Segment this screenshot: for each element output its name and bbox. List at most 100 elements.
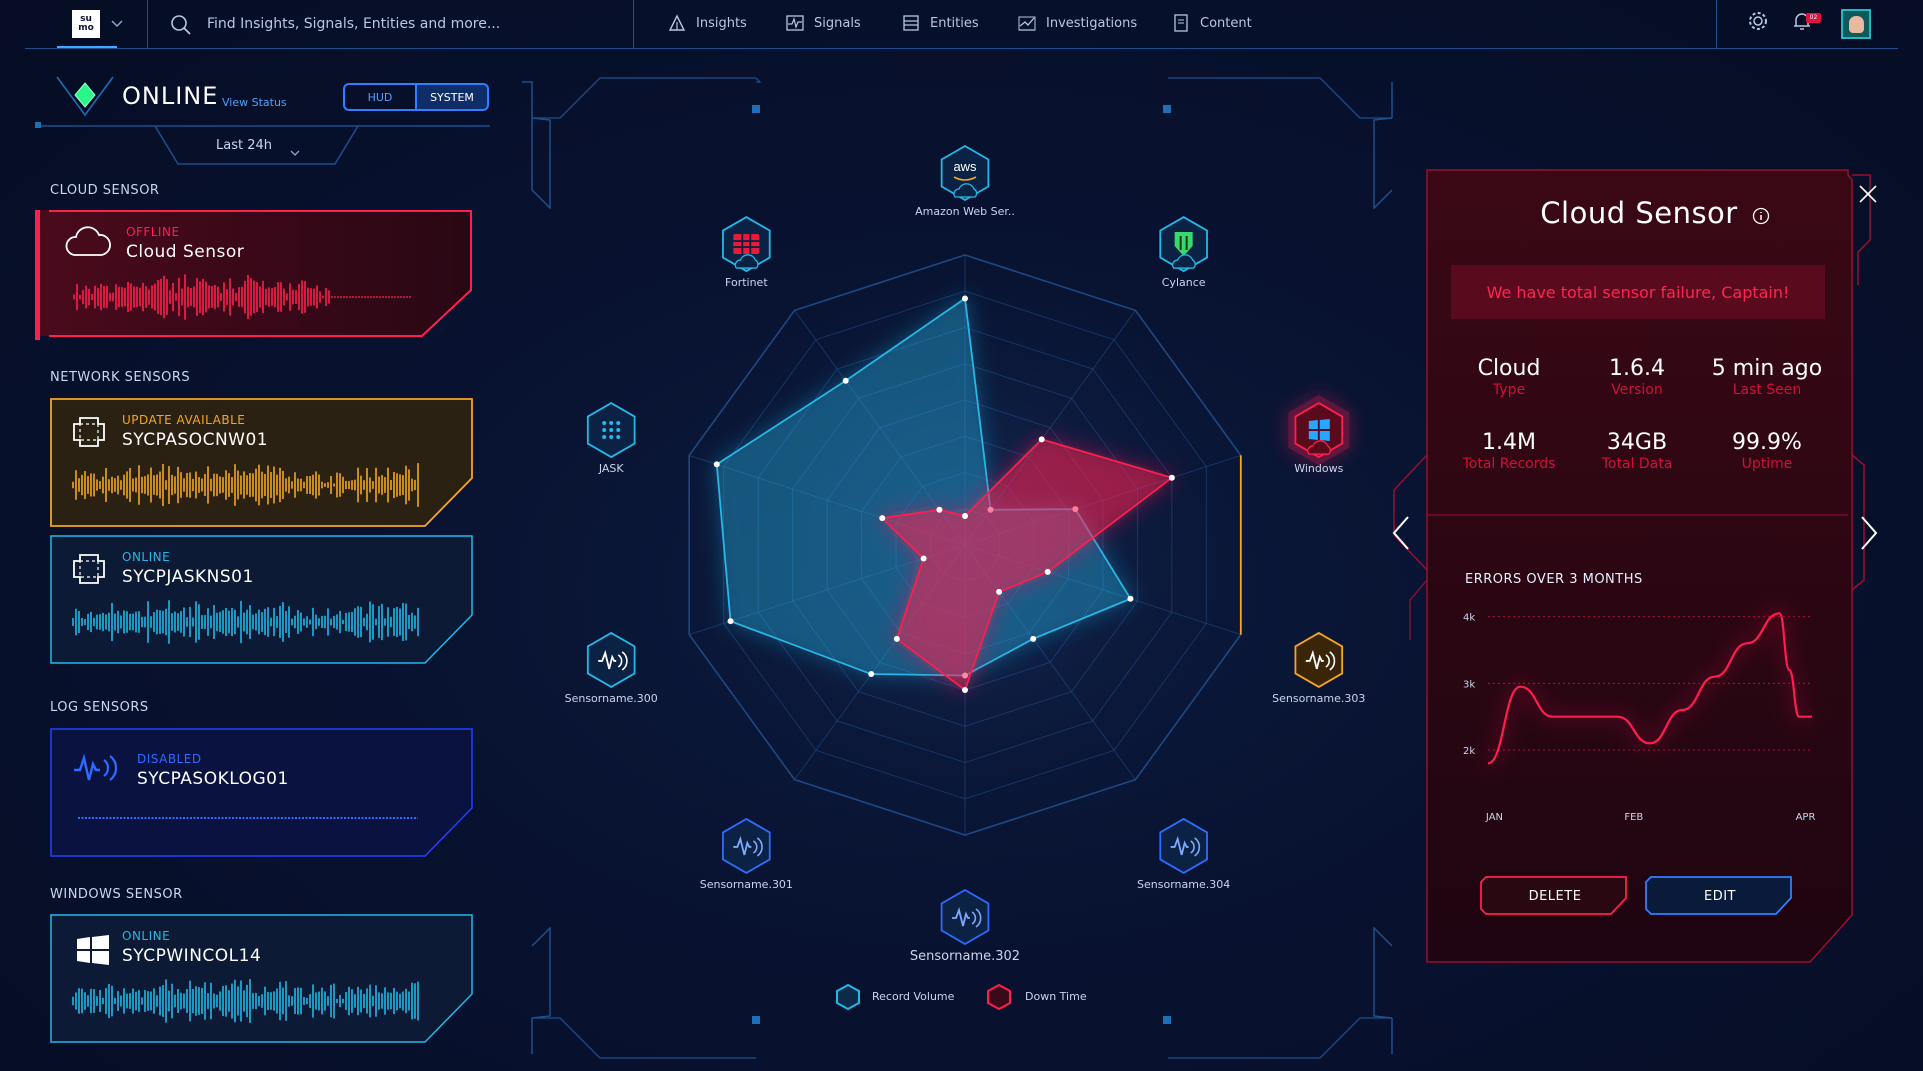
topbar-divider (25, 48, 1898, 49)
errors-series-line (1487, 612, 1812, 765)
radar-point (920, 555, 927, 562)
nav-investigations[interactable]: Investigations (1018, 14, 1137, 32)
signals-icon (786, 15, 804, 31)
y-tick-label: 3k (1463, 679, 1475, 690)
cloud-icon (65, 225, 111, 263)
time-range-select[interactable]: Last 24h (216, 138, 272, 153)
investigations-icon (1018, 16, 1036, 31)
radar-node-sensorname-301[interactable] (722, 817, 771, 874)
avatar[interactable] (1841, 9, 1871, 39)
radar-point (842, 377, 849, 384)
legend-down-time-icon (986, 983, 1012, 1015)
toggle-hud[interactable]: HUD (343, 83, 415, 111)
radar-point (727, 618, 734, 625)
chevron-down-icon[interactable] (290, 142, 300, 161)
section-label: WINDOWS SENSOR (50, 887, 183, 902)
card-status: UPDATE AVAILABLE (122, 413, 246, 427)
toggle-system[interactable]: SYSTEM (415, 83, 489, 111)
card-name: SYCPWINCOL14 (122, 946, 262, 966)
stat-value: Cloud (1477, 356, 1541, 381)
sensor-card-sycpasoklog01[interactable]: DISABLED SYCPASOKLOG01 (50, 728, 474, 858)
card-name: SYCPASOCNW01 (122, 430, 269, 450)
card-status: ONLINE (122, 550, 171, 564)
y-tick-label: 2k (1463, 746, 1475, 757)
view-status-link[interactable]: View Status (222, 96, 287, 109)
nav-insights[interactable]: Insights (668, 14, 747, 32)
chevron-right-icon[interactable] (1858, 515, 1880, 555)
notification-badge: 02 (1806, 13, 1821, 23)
divider (147, 0, 148, 48)
edit-button[interactable]: EDIT (1645, 876, 1795, 920)
card-name: Cloud Sensor (126, 242, 245, 262)
waveform (72, 600, 419, 644)
radar-point (996, 588, 1003, 595)
divider (633, 0, 634, 48)
chevron-down-icon[interactable] (110, 16, 124, 35)
nav-label: Investigations (1046, 15, 1138, 31)
legend-label: Down Time (1025, 990, 1087, 1003)
nav-label: Signals (814, 15, 861, 31)
entities-icon (903, 15, 919, 31)
waveform (72, 979, 419, 1023)
card-name: SYCPJASKNS01 (122, 567, 254, 587)
radar-point (962, 513, 968, 519)
nav-label: Content (1200, 15, 1252, 31)
radar-point (1030, 635, 1037, 642)
chart-title: ERRORS OVER 3 MONTHS (1465, 572, 1643, 587)
radar-chart: aws (586, 144, 1350, 946)
legend-record-volume-icon (835, 983, 861, 1015)
stat-label: Version (1611, 382, 1663, 398)
radar-point (962, 295, 968, 302)
radar-node-label: Sensorname.301 (699, 877, 793, 891)
nav-label: Insights (696, 15, 747, 31)
alert-message: We have total sensor failure, Captain! (1451, 265, 1825, 319)
radar-point (1127, 595, 1134, 602)
radar-node-label: Sensorname.300 (564, 691, 658, 705)
radar-node-cylance[interactable] (1159, 216, 1208, 273)
radar-node-fortinet[interactable] (722, 216, 771, 273)
search-icon[interactable] (170, 14, 192, 40)
info-icon[interactable] (1752, 207, 1770, 229)
card-status: ONLINE (122, 929, 171, 943)
radar-node-label: Amazon Web Ser.. (915, 205, 1015, 218)
gear-icon[interactable] (1747, 10, 1769, 36)
stat-value: 1.6.4 (1609, 356, 1665, 381)
chevron-left-icon[interactable] (1390, 515, 1412, 555)
section-label: LOG SENSORS (50, 700, 149, 715)
radar-node-sensorname-304[interactable] (1159, 817, 1208, 874)
delete-button[interactable]: DELETE (1480, 876, 1630, 920)
search-input[interactable]: Find Insights, Signals, Entities and mor… (207, 16, 500, 32)
radar-point (936, 506, 943, 513)
radar-node-label: JASK (598, 462, 624, 476)
sensor-card-sycpasocnw01[interactable]: UPDATE AVAILABLE SYCPASOCNW01 (50, 398, 474, 528)
log-sensor-icon (72, 752, 120, 788)
stat-value: 5 min ago (1711, 356, 1823, 381)
radar-point (1168, 474, 1175, 481)
nav-content[interactable]: Content (1172, 14, 1252, 32)
x-tick-label: JAN (1485, 812, 1503, 823)
sensor-card-cloud[interactable]: OFFLINE Cloud Sensor (35, 210, 472, 340)
close-icon[interactable] (1858, 184, 1878, 208)
y-tick-label: 4k (1463, 613, 1475, 624)
waveform-flat (78, 817, 418, 819)
sensor-card-sycpwincol14[interactable]: ONLINE SYCPWINCOL14 (50, 914, 474, 1044)
sumo-logo[interactable]: su mo (72, 10, 100, 38)
radar-node-label: Fortinet (725, 276, 768, 290)
card-status: DISABLED (137, 752, 202, 766)
sensor-card-sycpjaskns01[interactable]: ONLINE SYCPJASKNS01 (50, 535, 474, 665)
content-icon (1174, 14, 1188, 32)
radar-node-label: Cylance (1161, 276, 1206, 290)
nav-entities[interactable]: Entities (902, 14, 979, 32)
top-bar: su mo Find Insights, Signals, Entities a… (0, 0, 1923, 50)
radar-point (868, 671, 875, 678)
svg-text:aws: aws (953, 159, 977, 174)
nav-signals[interactable]: Signals (786, 14, 861, 32)
stat-label: Total Data (1601, 456, 1673, 472)
radar-node-label: Sensorname.302 (909, 949, 1021, 964)
radar-point (962, 687, 968, 693)
card-status: OFFLINE (126, 225, 180, 239)
radar-point (1038, 436, 1045, 443)
stat-label: Uptime (1741, 456, 1793, 472)
fortinet-icon (733, 234, 760, 255)
x-tick-label: FEB (1624, 812, 1643, 823)
